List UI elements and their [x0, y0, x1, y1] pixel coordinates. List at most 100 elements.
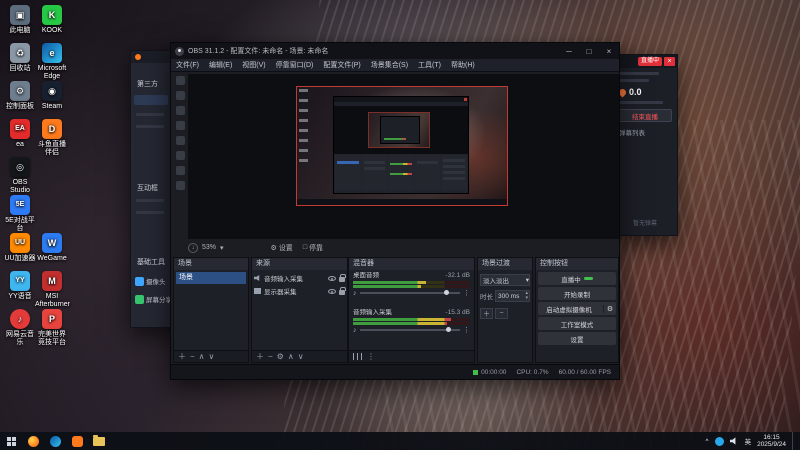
desktop-icon-kook[interactable]: K KOOK	[35, 5, 69, 35]
virtual-camera-config-button[interactable]: ⚙	[603, 304, 616, 313]
volume-slider[interactable]	[359, 290, 460, 295]
channel-menu-icon[interactable]: ⋮	[463, 289, 470, 297]
menu-tools[interactable]: 工具(T)	[413, 59, 446, 72]
desktop-icon-control-panel[interactable]: ⚙ 控制面板	[3, 81, 37, 111]
add-source-button[interactable]: ＋	[256, 352, 264, 362]
close-button[interactable]: ×	[599, 43, 619, 59]
add-transition-button[interactable]: ＋	[480, 308, 493, 319]
volume-icon[interactable]	[729, 437, 736, 445]
controls-dock-title[interactable]: 控制按钮	[536, 258, 618, 270]
source-row-display-capture[interactable]: 显示器采集	[254, 285, 346, 297]
add-scene-button[interactable]: ＋	[178, 352, 186, 362]
lock-icon[interactable]	[339, 273, 346, 282]
desktop-icon-uu-booster[interactable]: UU UU加速器	[3, 233, 37, 263]
speaker-icon[interactable]: ♪	[353, 290, 357, 297]
transitions-dock-title[interactable]: 场景过渡	[478, 258, 532, 270]
zoom-indicator-icon[interactable]: ↓	[188, 242, 198, 253]
settings-button[interactable]: 设置	[538, 332, 616, 345]
visibility-eye-icon[interactable]	[328, 288, 336, 294]
desktop-icon-perfect-world[interactable]: P 完美世界竞技平台	[35, 309, 69, 347]
obs-titlebar[interactable]: OBS 31.1.2 - 配置文件: 未命名 - 场景: 未命名 ─ □ ×	[171, 43, 619, 59]
menu-docks[interactable]: 停靠窗口(D)	[271, 59, 319, 72]
maximize-button[interactable]: □	[579, 43, 599, 59]
mic-icon[interactable]: ♪	[353, 327, 357, 334]
desktop-icon-5e-arena[interactable]: 5E 5E对战平台	[3, 195, 37, 233]
companion-tool-camera[interactable]: 摄像头	[135, 275, 171, 287]
desktop-icon-edge[interactable]: e Microsoft Edge	[35, 43, 69, 81]
toolbar-button[interactable]	[176, 121, 185, 130]
preview-dock-button[interactable]: □ 停靠	[300, 243, 326, 253]
taskbar-douyu[interactable]	[66, 432, 88, 450]
desktop-icon-yy-voice[interactable]: YY YY语音	[3, 271, 37, 301]
toolbar-button[interactable]	[176, 151, 185, 160]
companion-section-interaction[interactable]: 互动框	[137, 183, 158, 193]
preview-zoom-level[interactable]: 53%	[202, 244, 216, 251]
studio-mode-button[interactable]: 工作室模式	[538, 317, 616, 330]
remove-scene-button[interactable]: −	[190, 352, 195, 362]
stop-stream-button[interactable]: 结束直播	[618, 109, 672, 122]
menu-help[interactable]: 帮助(H)	[446, 59, 480, 72]
desktop-icon-ea[interactable]: EA ea	[3, 119, 37, 149]
mixer-settings-icon[interactable]	[353, 353, 363, 360]
messenger-tray-icon[interactable]	[714, 436, 724, 446]
minimize-button[interactable]: ─	[559, 43, 579, 59]
slider-handle[interactable]	[443, 290, 449, 295]
taskbar-file-explorer[interactable]	[88, 432, 110, 450]
taskbar-edge[interactable]	[44, 432, 66, 450]
preview-settings-button[interactable]: ⚙ 设置	[268, 243, 296, 253]
sources-dock-title[interactable]: 来源	[252, 258, 347, 270]
menu-scene-collection[interactable]: 场景集合(S)	[366, 59, 413, 72]
streaming-button[interactable]: 直播中	[538, 272, 616, 285]
menu-edit[interactable]: 编辑(E)	[204, 59, 237, 72]
duration-spinbox[interactable]: 300 ms ▴ ▾	[495, 290, 530, 302]
toolbar-button[interactable]	[176, 106, 185, 115]
desktop-icon-netease-music[interactable]: ♪ 网易云音乐	[3, 309, 37, 347]
desktop-icon-msi-afterburner[interactable]: M MSI Afterburner	[35, 271, 70, 309]
source-properties-button[interactable]: ⚙	[277, 352, 284, 362]
tray-clock[interactable]: 16:15 2025/9/24	[757, 434, 786, 449]
scene-list-item[interactable]: 场景	[176, 272, 246, 284]
menu-file[interactable]: 文件(F)	[171, 59, 204, 72]
companion-section-basic-tools[interactable]: 基础工具	[137, 257, 165, 267]
lock-icon[interactable]	[339, 286, 346, 295]
toolbar-button[interactable]	[176, 181, 185, 190]
move-source-down-button[interactable]: ∨	[298, 352, 304, 362]
remove-transition-button[interactable]: −	[495, 308, 508, 319]
transition-select[interactable]: 淡入淡出 ▾	[480, 274, 530, 286]
companion-section-thirdparty[interactable]: 第三方	[137, 79, 158, 89]
preview-canvas[interactable]	[188, 74, 619, 239]
desktop-icon-this-pc[interactable]: ▣ 此电脑	[3, 5, 37, 35]
toolbar-button[interactable]	[176, 136, 185, 145]
companion-tool-screen-share[interactable]: 屏幕分享	[135, 293, 171, 305]
move-source-up-button[interactable]: ∧	[288, 352, 294, 362]
ime-indicator[interactable]: 英	[745, 436, 752, 446]
move-scene-up-button[interactable]: ∧	[199, 352, 205, 362]
source-row-audio-input[interactable]: 音频输入采集	[254, 272, 346, 284]
volume-slider[interactable]	[359, 327, 460, 332]
show-desktop-button[interactable]	[792, 432, 796, 450]
remove-source-button[interactable]: −	[268, 352, 273, 362]
start-button[interactable]	[0, 432, 22, 450]
slider-handle[interactable]	[445, 327, 451, 332]
mixer-menu-icon[interactable]: ⋮	[367, 352, 375, 362]
taskbar-firefox[interactable]	[22, 432, 44, 450]
mixer-dock-title[interactable]: 混音器	[349, 258, 474, 270]
move-scene-down-button[interactable]: ∨	[209, 352, 215, 362]
close-icon[interactable]: ×	[664, 57, 675, 66]
channel-menu-icon[interactable]: ⋮	[463, 326, 470, 334]
tray-expand-chevron-icon[interactable]: ^	[706, 438, 709, 445]
desktop-icon-steam[interactable]: ◉ Steam	[35, 81, 69, 111]
virtual-camera-button[interactable]: 启动虚拟摄像机 ⚙	[538, 302, 616, 315]
visibility-eye-icon[interactable]	[328, 275, 336, 281]
desktop-icon-obs-studio[interactable]: ◎ OBS Studio	[3, 157, 37, 195]
toolbar-button[interactable]	[176, 91, 185, 100]
desktop-icon-wegame[interactable]: W WeGame	[35, 233, 69, 263]
companion-selected-row[interactable]	[134, 95, 168, 105]
spin-down-icon[interactable]: ▾	[525, 296, 528, 301]
menu-profile[interactable]: 配置文件(P)	[318, 59, 365, 72]
start-recording-button[interactable]: 开始录制	[538, 287, 616, 300]
toolbar-button[interactable]	[176, 166, 185, 175]
desktop-icon-douyu-companion[interactable]: D 斗鱼直播伴侣	[35, 119, 69, 157]
menu-view[interactable]: 视图(V)	[237, 59, 270, 72]
toolbar-button[interactable]	[176, 76, 185, 85]
